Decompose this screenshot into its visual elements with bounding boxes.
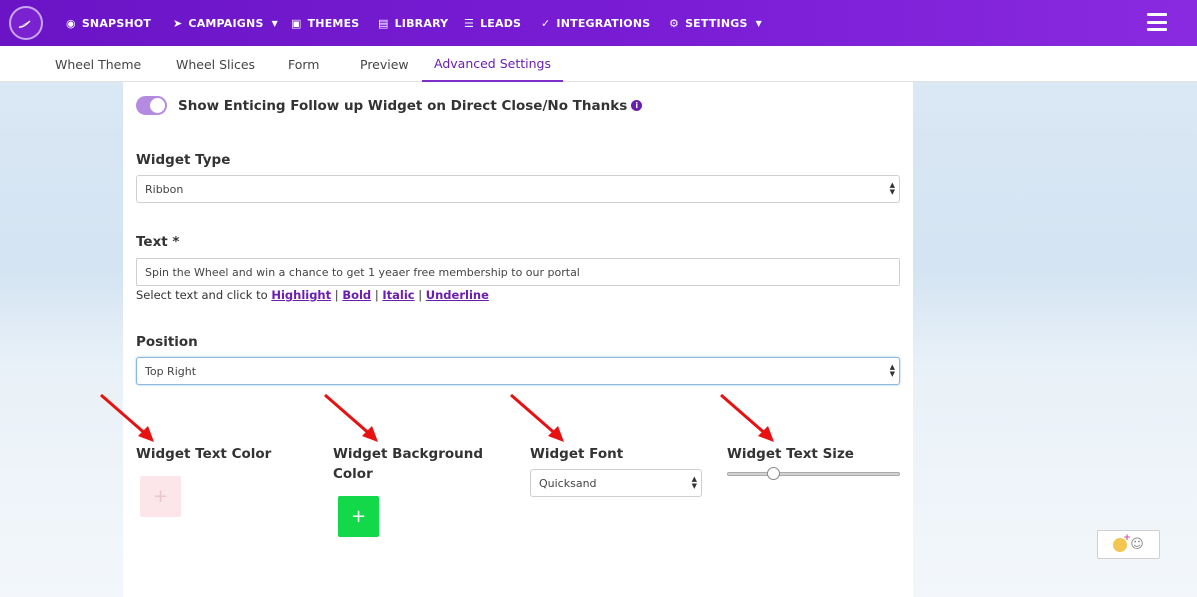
nav-integrations[interactable]: ✓ INTEGRATIONS: [541, 0, 650, 46]
top-navbar: ◉ SNAPSHOT ➤ CAMPAIGNS ▼ ▣ THEMES ▤ LIBR…: [0, 0, 1197, 46]
widget-type-label: Widget Type: [136, 152, 231, 168]
tab-advanced-settings[interactable]: Advanced Settings: [422, 46, 563, 82]
text-format-helper: Select text and click to Highlight | Bol…: [136, 288, 489, 302]
nav-campaigns[interactable]: ➤ CAMPAIGNS ▼: [173, 0, 278, 46]
tab-preview[interactable]: Preview: [360, 46, 409, 82]
nav-leads[interactable]: ☰ LEADS: [464, 0, 521, 46]
nav-settings[interactable]: ⚙ SETTINGS ▼: [669, 0, 762, 46]
dashboard-icon: ◉: [66, 16, 76, 30]
text-size-slider-track[interactable]: [727, 472, 900, 476]
image-icon: ▣: [291, 16, 302, 30]
text-label: Text *: [136, 234, 180, 250]
plus-icon: +: [350, 506, 367, 527]
plug-icon: ✓: [541, 16, 551, 30]
annotation-arrow-icon: [324, 393, 378, 442]
wheel-logo-icon: [18, 20, 31, 28]
position-label: Position: [136, 334, 198, 350]
tab-wheel-theme[interactable]: Wheel Theme: [55, 46, 141, 82]
nav-snapshot[interactable]: ◉ SNAPSHOT: [66, 0, 151, 46]
widget-text-color-label: Widget Text Color: [136, 446, 272, 462]
paper-plane-icon: ➤: [173, 16, 183, 30]
tab-wheel-slices[interactable]: Wheel Slices: [176, 46, 255, 82]
widget-text-size-label: Widget Text Size: [727, 446, 854, 462]
hamburger-menu-icon[interactable]: [1147, 13, 1167, 31]
emoji-add-icon: +: [1113, 533, 1131, 552]
select-arrows-icon: ▲ ▼: [889, 363, 895, 378]
emoji-reaction-button[interactable]: + ☺: [1097, 530, 1160, 559]
position-select[interactable]: Top Right ▲ ▼: [136, 357, 900, 385]
widget-font-label: Widget Font: [530, 446, 624, 462]
nav-library[interactable]: ▤ LIBRARY: [378, 0, 448, 46]
advanced-settings-panel: Show Enticing Follow up Widget on Direct…: [123, 82, 913, 597]
info-icon[interactable]: i: [631, 100, 643, 111]
widget-text-input[interactable]: Spin the Wheel and win a chance to get 1…: [136, 258, 900, 286]
follow-up-widget-toggle-row: Show Enticing Follow up Widget on Direct…: [136, 96, 643, 115]
italic-link[interactable]: Italic: [382, 288, 414, 302]
tab-form[interactable]: Form: [288, 46, 320, 82]
background-color-picker[interactable]: +: [338, 496, 379, 537]
list-bullets-icon: ☰: [464, 16, 475, 30]
widget-font-select[interactable]: Quicksand ▲ ▼: [530, 469, 702, 497]
bold-link[interactable]: Bold: [342, 288, 371, 302]
underline-link[interactable]: Underline: [426, 288, 489, 302]
app-logo[interactable]: [9, 6, 43, 40]
list-icon: ▤: [378, 16, 389, 30]
nav-themes[interactable]: ▣ THEMES: [291, 0, 359, 46]
widget-background-color-label: Widget Background Color: [333, 446, 484, 482]
text-color-picker[interactable]: +: [140, 476, 181, 517]
annotation-arrow-icon: [510, 393, 564, 442]
select-arrows-icon: ▲ ▼: [889, 181, 895, 196]
caret-down-icon: ▼: [271, 18, 278, 28]
editor-tabs: Wheel Theme Wheel Slices Form Preview Ad…: [0, 46, 1197, 82]
follow-up-widget-toggle[interactable]: [136, 96, 167, 115]
toggle-label: Show Enticing Follow up Widget on Direct…: [178, 97, 628, 114]
plus-icon: +: [152, 486, 169, 507]
annotation-arrow-icon: [720, 393, 774, 442]
widget-type-select[interactable]: Ribbon ▲ ▼: [136, 175, 900, 203]
gears-icon: ⚙: [669, 16, 680, 30]
select-arrows-icon: ▲ ▼: [691, 475, 697, 490]
smiley-icon: ☺: [1130, 537, 1144, 552]
annotation-arrow-icon: [100, 393, 154, 442]
caret-down-icon: ▼: [755, 18, 762, 28]
highlight-link[interactable]: Highlight: [271, 288, 331, 302]
text-size-slider-thumb[interactable]: [767, 467, 781, 480]
